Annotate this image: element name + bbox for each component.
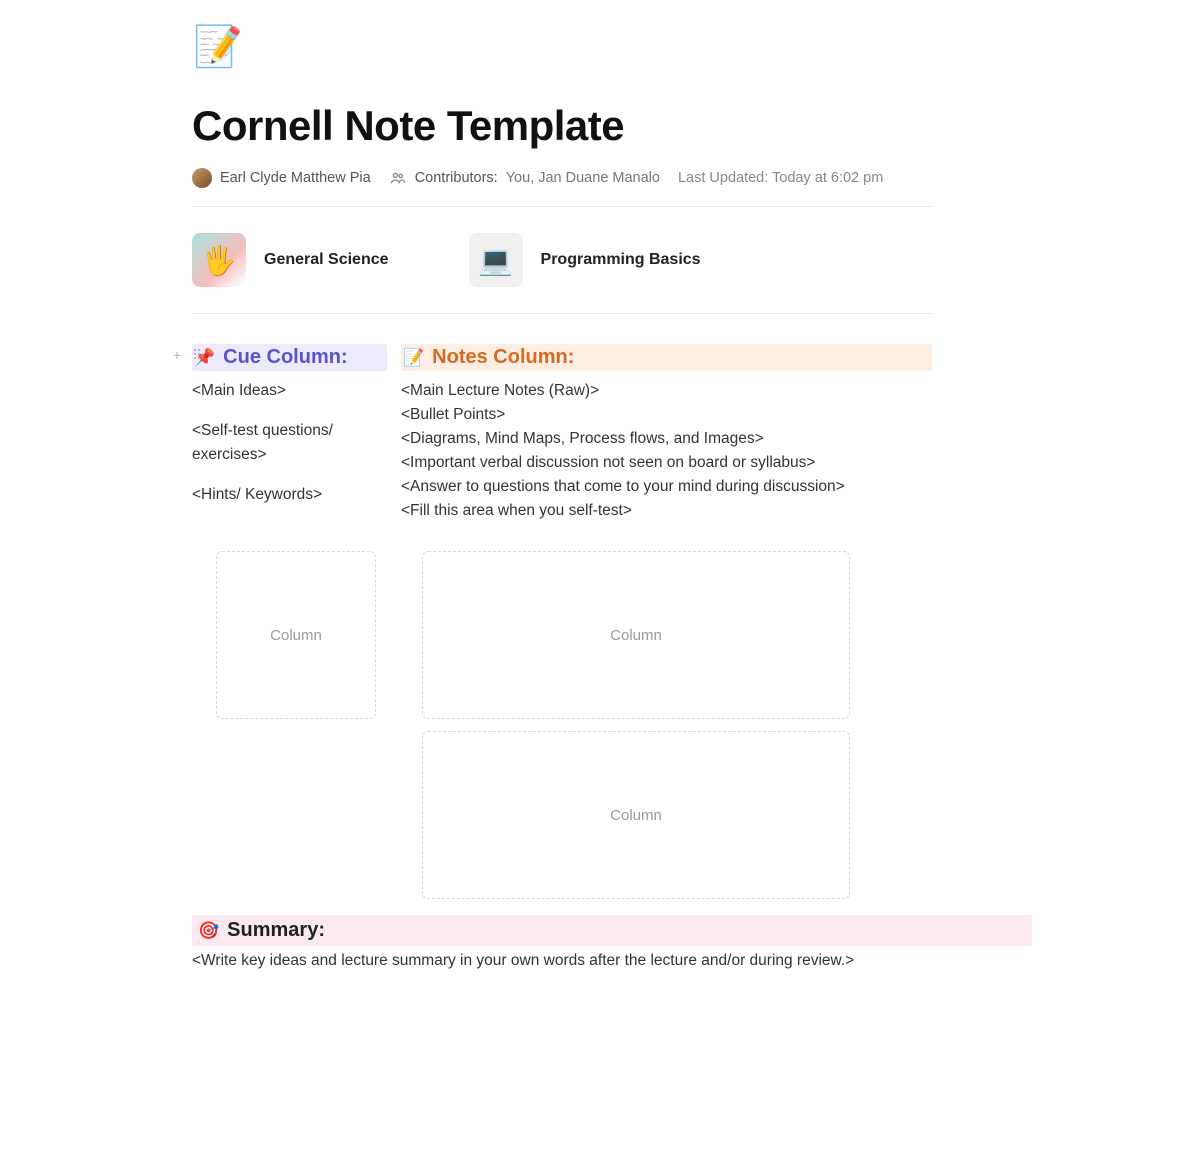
notes-line[interactable]: <Bullet Points> — [401, 403, 932, 427]
card-general-science[interactable]: 🖐️ General Science — [192, 233, 389, 287]
drag-handle-icon[interactable]: ⠿ — [190, 348, 204, 362]
cue-line[interactable]: <Hints/ Keywords> — [192, 483, 387, 507]
page-icon[interactable]: 📝 — [192, 20, 244, 72]
people-icon — [389, 169, 407, 187]
page-title[interactable]: Cornell Note Template — [192, 102, 932, 150]
cue-column[interactable]: 📌 Cue Column: <Main Ideas> <Self-test qu… — [192, 344, 387, 523]
summary-body[interactable]: <Write key ideas and lecture summary in … — [192, 946, 1032, 970]
column-placeholder-notes-2[interactable]: Column — [422, 731, 850, 899]
contributors-label: Contributors: — [415, 170, 498, 186]
notes-heading-text: Notes Column: — [432, 346, 574, 369]
cue-heading[interactable]: 📌 Cue Column: — [192, 344, 387, 371]
memo-icon: 📝 — [403, 348, 424, 368]
last-updated: Last Updated: Today at 6:02 pm — [678, 170, 883, 186]
cue-body[interactable]: <Main Ideas> <Self-test questions/ exerc… — [192, 379, 387, 507]
meta-row: Earl Clyde Matthew Pia Contributors: You… — [192, 168, 932, 207]
cue-line[interactable]: <Main Ideas> — [192, 379, 387, 403]
laptop-icon: 💻 — [469, 233, 523, 287]
card-label: General Science — [264, 251, 389, 269]
cue-line[interactable]: <Self-test questions/ exercises> — [192, 419, 387, 467]
author-avatar — [192, 168, 212, 188]
notes-heading[interactable]: 📝 Notes Column: — [401, 344, 932, 371]
notes-column[interactable]: 📝 Notes Column: <Main Lecture Notes (Raw… — [401, 344, 932, 523]
add-block-icon[interactable]: + — [170, 348, 184, 362]
summary-section: 🎯 Summary: <Write key ideas and lecture … — [192, 915, 1032, 970]
updated-label: Last Updated: — [678, 170, 768, 186]
cornell-columns: 📌 Cue Column: <Main Ideas> <Self-test qu… — [192, 344, 932, 523]
summary-heading-text: Summary: — [227, 919, 325, 942]
column-placeholder-notes-1[interactable]: Column — [422, 551, 850, 719]
notes-line[interactable]: <Answer to questions that come to your m… — [401, 475, 932, 499]
card-label: Programming Basics — [541, 251, 701, 269]
block-gutter: + ⠿ — [170, 348, 204, 362]
cue-heading-text: Cue Column: — [223, 346, 347, 369]
science-thumb-icon: 🖐️ — [192, 233, 246, 287]
notes-line[interactable]: <Diagrams, Mind Maps, Process flows, and… — [401, 427, 932, 451]
author-name: Earl Clyde Matthew Pia — [220, 170, 371, 186]
notes-line[interactable]: <Fill this area when you self-test> — [401, 499, 932, 523]
notes-body[interactable]: <Main Lecture Notes (Raw)> <Bullet Point… — [401, 379, 932, 523]
author-chip[interactable]: Earl Clyde Matthew Pia — [192, 168, 371, 188]
column-placeholder-cue[interactable]: Column — [216, 551, 376, 719]
cards-row: 🖐️ General Science 💻 Programming Basics — [192, 207, 932, 314]
contributors-chip[interactable]: Contributors: You, Jan Duane Manalo — [389, 169, 660, 187]
notes-line[interactable]: <Important verbal discussion not seen on… — [401, 451, 932, 475]
summary-heading[interactable]: 🎯 Summary: — [192, 915, 1032, 946]
target-icon: 🎯 — [198, 921, 219, 941]
card-programming-basics[interactable]: 💻 Programming Basics — [469, 233, 701, 287]
updated-value: Today at 6:02 pm — [772, 170, 883, 186]
notes-line[interactable]: <Main Lecture Notes (Raw)> — [401, 379, 932, 403]
column-placeholders: Column Column Column — [192, 551, 932, 899]
contributors-names: You, Jan Duane Manalo — [506, 170, 660, 186]
